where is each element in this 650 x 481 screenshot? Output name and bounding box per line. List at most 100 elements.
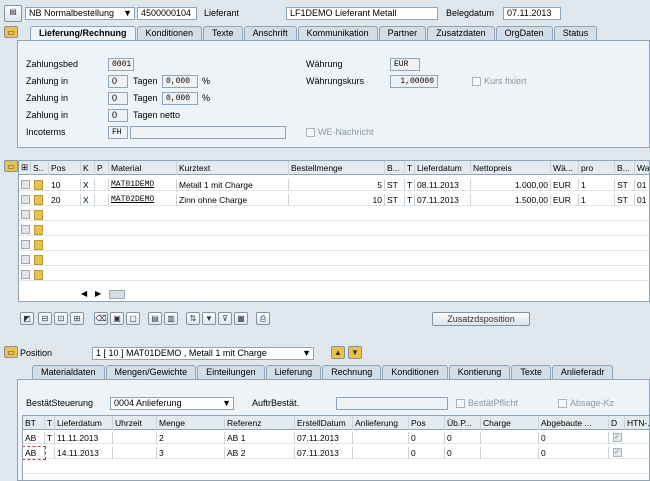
cell-bt[interactable]: AB bbox=[23, 446, 46, 460]
cell-abgebaute[interactable]: 0 bbox=[539, 447, 609, 459]
cell-t[interactable]: T bbox=[45, 432, 55, 444]
cell-menge[interactable]: 5 bbox=[289, 179, 385, 191]
filter-icon[interactable]: ▼ bbox=[202, 312, 216, 325]
cell-t[interactable]: T bbox=[405, 194, 415, 206]
col-header-menge[interactable]: Menge bbox=[157, 416, 225, 430]
cell-bpme[interactable]: ST bbox=[615, 194, 635, 206]
empty-row[interactable] bbox=[19, 269, 649, 281]
scroll-left-icon[interactable]: ◀ bbox=[81, 289, 95, 299]
zahlung-days-3-field[interactable]: 0 bbox=[108, 109, 128, 122]
bestaetsteuerung-select[interactable]: 0004 Anlieferung ▼ bbox=[110, 397, 234, 410]
document-overview-icon[interactable]: ▤ bbox=[4, 5, 22, 22]
cell-pos[interactable]: 10 bbox=[49, 179, 81, 191]
row-selector[interactable] bbox=[21, 270, 30, 279]
d-checkbox[interactable]: ✓ bbox=[613, 448, 622, 457]
zahlung-pct-2-field[interactable]: 0,000 bbox=[162, 92, 198, 105]
collapse-header-icon[interactable]: ▭ bbox=[4, 26, 18, 38]
row-selector[interactable] bbox=[21, 210, 30, 219]
zahlungsbed-field[interactable]: 0001 bbox=[108, 58, 134, 71]
tab-kontierung[interactable]: Kontierung bbox=[448, 365, 511, 379]
cell-p[interactable] bbox=[95, 179, 109, 191]
tab-zusatzdaten[interactable]: Zusatzdaten bbox=[427, 26, 495, 40]
tab-status[interactable]: Status bbox=[553, 26, 598, 40]
tab-konditionen-item[interactable]: Konditionen bbox=[382, 365, 448, 379]
d-checkbox[interactable]: ✓ bbox=[613, 433, 622, 442]
col-header-lieferdatum[interactable]: Lieferdatum bbox=[415, 161, 471, 175]
cell-t[interactable]: T bbox=[405, 179, 415, 191]
tab-einteilungen[interactable]: Einteilungen bbox=[197, 365, 265, 379]
cell-pos[interactable]: 0 bbox=[409, 447, 445, 459]
cell-nettopreis[interactable]: 1.000,00 bbox=[471, 179, 551, 191]
incoterms-text-field[interactable] bbox=[130, 126, 286, 139]
cell-charge[interactable] bbox=[481, 447, 539, 459]
tab-mengen-gewichte[interactable]: Mengen/Gewichte bbox=[105, 365, 197, 379]
cell-wa[interactable]: 01 bbox=[635, 194, 649, 206]
cell-bpme[interactable]: ST bbox=[615, 179, 635, 191]
lock-icon[interactable]: ▣ bbox=[110, 312, 124, 325]
zahlung-pct-1-field[interactable]: 0,000 bbox=[162, 75, 198, 88]
horizontal-scrollbar-thumb[interactable] bbox=[109, 290, 125, 299]
zahlung-days-2-field[interactable]: 0 bbox=[108, 92, 128, 105]
col-header-anlieferung[interactable]: Anlieferung bbox=[353, 416, 409, 430]
row-selector[interactable] bbox=[21, 180, 30, 189]
copy-item-icon[interactable]: ⊡ bbox=[54, 312, 68, 325]
scroll-right-icon[interactable]: ▶ bbox=[95, 289, 109, 299]
row-selector[interactable] bbox=[21, 195, 30, 204]
empty-row[interactable] bbox=[19, 239, 649, 251]
tab-kommunikation[interactable]: Kommunikation bbox=[297, 26, 378, 40]
col-header-k[interactable]: K bbox=[81, 161, 95, 175]
cell-erstelldatum[interactable]: 07.11.2013 bbox=[295, 447, 353, 459]
previous-item-icon[interactable]: ▲ bbox=[331, 346, 345, 359]
cell-kurztext[interactable]: Zinn ohne Charge bbox=[177, 194, 289, 206]
table-settings-icon[interactable]: ⊞ bbox=[19, 161, 31, 175]
collapse-item-detail-icon[interactable]: ▭ bbox=[4, 346, 18, 358]
col-header-charge[interactable]: Charge bbox=[481, 416, 539, 430]
col-header-uhrzeit[interactable]: Uhrzeit bbox=[113, 416, 157, 430]
cell-k[interactable]: X bbox=[81, 179, 95, 191]
col-header-bestellmenge[interactable]: Bestellmenge bbox=[289, 161, 385, 175]
details-icon[interactable]: ◩ bbox=[20, 312, 34, 325]
empty-row[interactable] bbox=[19, 224, 649, 236]
table-row[interactable]: AB T 11.11.2013 2 AB 1 07.11.2013 0 0 0 … bbox=[23, 432, 649, 444]
col-header-htn[interactable]: HTN-... bbox=[625, 416, 649, 430]
empty-row[interactable] bbox=[19, 254, 649, 266]
incoterms-field[interactable]: FH bbox=[108, 126, 128, 139]
cell-uhrzeit[interactable] bbox=[113, 447, 157, 459]
add-item-icon[interactable]: ⊟ bbox=[38, 312, 52, 325]
cell-ubpos[interactable]: 0 bbox=[445, 447, 481, 459]
cell-pos[interactable]: 20 bbox=[49, 194, 81, 206]
doc-type-select[interactable]: NB Normalbestellung ▼ bbox=[25, 7, 135, 20]
paste-item-icon[interactable]: ⊞ bbox=[70, 312, 84, 325]
col-header-d[interactable]: D bbox=[609, 416, 625, 430]
table-row[interactable]: 10 X MAT01DEMO Metall 1 mit Charge 5 ST … bbox=[19, 179, 649, 191]
col-header-bpme[interactable]: B... bbox=[615, 161, 635, 175]
table-row[interactable]: AB 14.11.2013 3 AB 2 07.11.2013 0 0 0 ✓ bbox=[23, 446, 649, 460]
cell-k[interactable]: X bbox=[81, 194, 95, 206]
cell-pro[interactable]: 1 bbox=[579, 179, 615, 191]
tab-texte[interactable]: Texte bbox=[203, 26, 243, 40]
col-header-lieferdatum[interactable]: Lieferdatum bbox=[55, 416, 113, 430]
cell-lieferdatum[interactable]: 07.11.2013 bbox=[415, 194, 471, 206]
tab-lieferung-rechnung[interactable]: Lieferung/Rechnung bbox=[30, 26, 136, 40]
tab-rechnung[interactable]: Rechnung bbox=[322, 365, 382, 379]
col-header-t[interactable]: T bbox=[405, 161, 415, 175]
cell-bme[interactable]: ST bbox=[385, 194, 405, 206]
tab-partner[interactable]: Partner bbox=[378, 26, 427, 40]
po-number-field[interactable]: 4500000104 bbox=[137, 7, 197, 20]
cell-kurztext[interactable]: Metall 1 mit Charge bbox=[177, 179, 289, 191]
cell-lieferdatum[interactable]: 14.11.2013 bbox=[55, 447, 113, 459]
row-selector[interactable] bbox=[21, 255, 30, 264]
col-header-material[interactable]: Material bbox=[109, 161, 177, 175]
col-header-wa[interactable]: Wa bbox=[635, 161, 649, 175]
cell-bt[interactable]: AB bbox=[23, 432, 45, 444]
waehrung-field[interactable]: EUR bbox=[390, 58, 420, 71]
position-select[interactable]: 1 [ 10 ] MAT01DEMO , Metall 1 mit Charge… bbox=[92, 347, 314, 360]
zahlung-days-1-field[interactable]: 0 bbox=[108, 75, 128, 88]
collapse-items-icon[interactable]: ▭ bbox=[4, 160, 18, 172]
cell-anlieferung[interactable] bbox=[353, 447, 409, 459]
col-header-pos[interactable]: Pos bbox=[409, 416, 445, 430]
col-header-abgebaute[interactable]: Abgebaute ... bbox=[539, 416, 609, 430]
col-header-ubpos[interactable]: Üb.P... bbox=[445, 416, 481, 430]
delete-icon[interactable]: ⌫ bbox=[94, 312, 108, 325]
cell-bme[interactable]: ST bbox=[385, 179, 405, 191]
